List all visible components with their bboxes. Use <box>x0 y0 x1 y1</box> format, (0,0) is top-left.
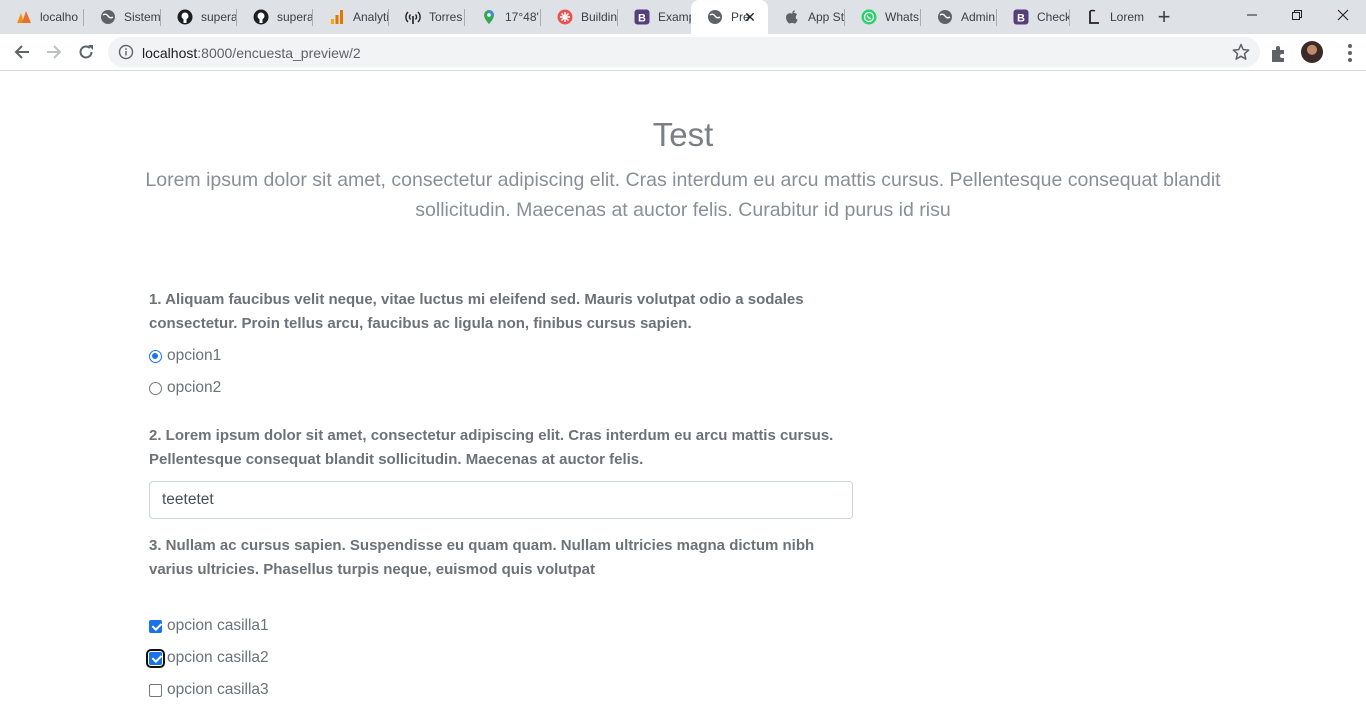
maps-pin-icon <box>481 9 497 25</box>
whatsapp-icon <box>861 9 877 25</box>
tab-label: Sistem <box>124 10 161 24</box>
close-tab-icon[interactable]: ✕ <box>742 9 758 25</box>
tab-label: Whats <box>885 10 920 24</box>
radio-option-2[interactable]: opcion2 <box>149 378 221 398</box>
tab-label: Analyti <box>353 10 389 24</box>
arrow-left-icon <box>14 45 29 59</box>
browser-tab[interactable]: supera <box>237 0 313 34</box>
checkbox-option-3[interactable]: opcion casilla3 <box>149 680 269 700</box>
browser-tab[interactable]: localho <box>0 0 84 34</box>
option-label: opcion casilla3 <box>167 681 269 698</box>
tab-label: Examp <box>658 10 691 24</box>
menu-dot <box>1348 51 1352 55</box>
restore-button[interactable] <box>1274 0 1320 30</box>
reload-icon <box>79 45 93 59</box>
tab-label: Lorem <box>1110 10 1144 24</box>
menu-dot <box>1348 58 1352 62</box>
apple-icon <box>784 9 800 25</box>
svg-text:B: B <box>638 13 646 25</box>
url-text: localhost:8000/encuesta_preview/2 <box>142 45 361 61</box>
browser-tab[interactable]: Admin <box>921 0 997 34</box>
browser-tab[interactable]: Lorem <box>1070 0 1144 34</box>
minimize-button[interactable] <box>1229 0 1275 30</box>
info-icon[interactable] <box>118 44 134 60</box>
browser-menu-button[interactable] <box>1338 40 1362 66</box>
tab-strip: localho Sistem supera supera Analyti Tor <box>0 0 1366 34</box>
new-tab-button[interactable]: + <box>1152 6 1176 30</box>
browser-tab[interactable]: B Examp <box>618 0 691 34</box>
question-1-text: 1. Aliquam faucibus velit neque, vitae l… <box>149 291 804 332</box>
browser-tab[interactable]: Analyti <box>313 0 389 34</box>
analytics-icon <box>329 9 345 25</box>
question-2-text: 2. Lorem ipsum dolor sit amet, consectet… <box>149 427 834 468</box>
checkbox[interactable] <box>149 683 162 697</box>
option-label: opcion1 <box>167 347 222 364</box>
browser-tab[interactable]: 17°48' <box>465 0 541 34</box>
tab-label: Torres <box>429 10 463 24</box>
tab-label: Check <box>1037 10 1070 24</box>
github-icon <box>177 9 193 25</box>
globe-icon <box>937 9 953 25</box>
profile-avatar[interactable] <box>1301 41 1323 63</box>
option-label: opcion casilla1 <box>167 617 269 634</box>
restore-icon <box>1292 10 1302 20</box>
globe-icon <box>707 9 723 25</box>
option-label: opcion2 <box>167 379 222 396</box>
menu-dot <box>1348 44 1352 48</box>
checkbox[interactable] <box>146 648 165 668</box>
tab-label: 17°48' <box>505 10 539 24</box>
browser-tab[interactable]: Sistem <box>84 0 161 34</box>
forward-button[interactable] <box>40 38 68 66</box>
browser-tab[interactable]: Buildin <box>541 0 618 34</box>
option-label: opcion casilla2 <box>167 649 269 666</box>
minimize-icon <box>1247 14 1257 16</box>
question-3-text: 3. Nullam ac cursus sapien. Suspendisse … <box>149 537 815 578</box>
tab-label: Buildin <box>581 10 618 24</box>
bookmark-star-icon[interactable] <box>1232 43 1250 61</box>
browser-tab-active[interactable]: Pre ✕ <box>691 0 768 34</box>
bootstrap-icon: B <box>1013 9 1029 25</box>
svg-text:B: B <box>1017 13 1025 25</box>
browser-tab[interactable]: Torres <box>389 0 465 34</box>
close-window-button[interactable] <box>1320 0 1366 30</box>
tab-label: supera <box>277 10 313 24</box>
survey-description: Lorem ipsum dolor sit amet, consectetur … <box>145 169 1221 221</box>
pma-icon <box>16 9 32 25</box>
radio-option-1[interactable]: opcion1 <box>149 346 221 366</box>
browser-tab[interactable]: supera <box>161 0 237 34</box>
browser-tab[interactable]: Whats <box>845 0 921 34</box>
tab-label: supera <box>201 10 237 24</box>
address-bar[interactable]: localhost:8000/encuesta_preview/2 <box>108 37 1260 67</box>
tab-label: App St <box>808 10 845 24</box>
radio-button[interactable] <box>149 381 162 395</box>
checkbox-option-2[interactable]: opcion casilla2 <box>146 648 269 668</box>
antenna-icon <box>405 9 421 25</box>
globe-icon <box>100 9 116 25</box>
flower-icon <box>557 9 573 25</box>
url-path: :8000/encuesta_preview/2 <box>197 45 361 61</box>
tab-label: localho <box>40 10 79 24</box>
reload-button[interactable] <box>72 38 100 66</box>
answer-text-input[interactable] <box>149 481 853 519</box>
browser-tab[interactable]: B Check <box>997 0 1070 34</box>
radio-button[interactable] <box>149 349 162 363</box>
page-content: Test Lorem ipsum dolor sit amet, consect… <box>0 71 1366 728</box>
browser-tab[interactable]: App St <box>768 0 845 34</box>
lorem-icon <box>1086 9 1102 25</box>
github-icon <box>253 9 269 25</box>
url-host: localhost <box>142 45 198 61</box>
extensions-puzzle-icon[interactable] <box>1268 42 1290 64</box>
back-button[interactable] <box>8 38 36 66</box>
checkbox[interactable] <box>149 619 162 633</box>
arrow-right-icon <box>47 45 62 59</box>
close-icon <box>1337 9 1349 21</box>
tab-label: Admin <box>961 10 996 24</box>
survey-title: Test <box>652 116 714 153</box>
browser-toolbar: localhost:8000/encuesta_preview/2 <box>0 34 1366 71</box>
bootstrap-icon: B <box>634 9 650 25</box>
checkbox-option-1[interactable]: opcion casilla1 <box>149 616 269 636</box>
